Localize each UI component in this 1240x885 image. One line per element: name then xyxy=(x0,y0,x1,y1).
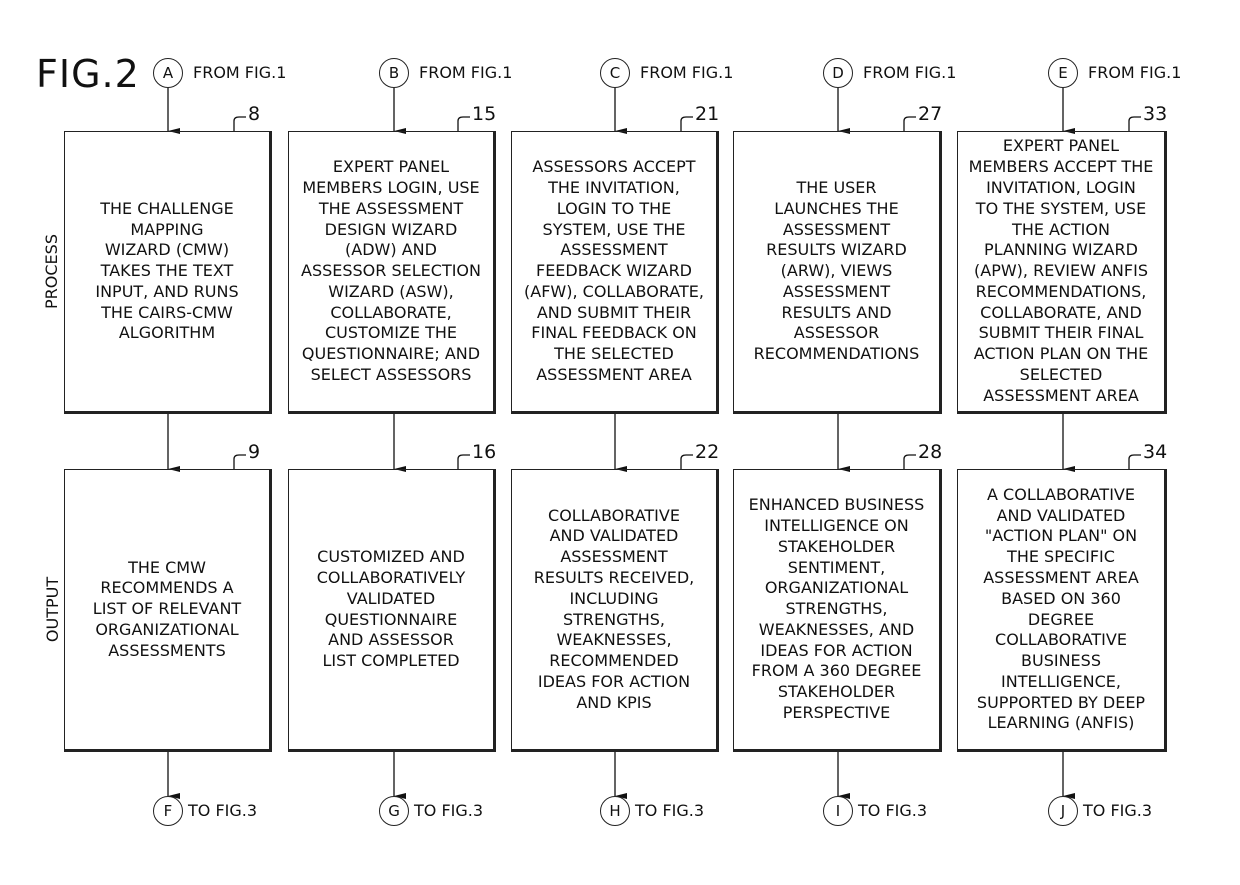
process-box: EXPERT PANEL MEMBERS ACCEPT THE INVITATI… xyxy=(957,131,1167,414)
process-box: THE USER LAUNCHES THE ASSESSMENT RESULTS… xyxy=(733,131,942,414)
output-box: CUSTOMIZED AND COLLABORATIVELY VALIDATED… xyxy=(288,469,496,752)
output-box-text: CUSTOMIZED AND COLLABORATIVELY VALIDATED… xyxy=(316,547,466,671)
off-page-connector-in: B xyxy=(379,58,409,88)
process-box-text: ASSESSORS ACCEPT THE INVITATION, LOGIN T… xyxy=(524,157,704,385)
process-box-text: THE CHALLENGE MAPPING WIZARD (CMW) TAKES… xyxy=(95,198,239,343)
output-box: A COLLABORATIVE AND VALIDATED "ACTION PL… xyxy=(957,469,1167,752)
process-ref-leader xyxy=(903,116,916,131)
connector-out-label: TO FIG.3 xyxy=(1083,801,1153,820)
row-label-output: OUTPUT xyxy=(43,576,63,643)
off-page-connector-out: G xyxy=(379,796,409,826)
off-page-connector-out: I xyxy=(823,796,853,826)
process-box: EXPERT PANEL MEMBERS LOGIN, USE THE ASSE… xyxy=(288,131,496,414)
off-page-connector-in: E xyxy=(1048,58,1078,88)
process-ref-leader xyxy=(680,116,693,131)
connector-out-label: TO FIG.3 xyxy=(635,801,705,820)
output-ref-number: 9 xyxy=(248,441,261,463)
output-ref-leader xyxy=(1128,454,1141,469)
output-box-text: THE CMW RECOMMENDS A LIST OF RELEVANT OR… xyxy=(92,557,242,660)
process-ref-leader xyxy=(457,116,470,131)
connector-in-label: FROM FIG.1 xyxy=(419,63,513,82)
figure-title: FIG.2 xyxy=(36,52,140,96)
output-ref-number: 22 xyxy=(695,441,720,463)
row-label-process: PROCESS xyxy=(41,234,61,309)
connector-in-label: FROM FIG.1 xyxy=(1088,63,1182,82)
process-ref-leader xyxy=(233,116,246,131)
output-ref-number: 16 xyxy=(472,441,497,463)
off-page-connector-out: J xyxy=(1048,796,1078,826)
output-ref-leader xyxy=(680,454,693,469)
process-ref-number: 21 xyxy=(695,103,720,125)
output-box: COLLABORATIVE AND VALIDATED ASSESSMENT R… xyxy=(511,469,719,752)
process-ref-number: 33 xyxy=(1143,103,1168,125)
connector-in-label: FROM FIG.1 xyxy=(863,63,957,82)
connector-out-label: TO FIG.3 xyxy=(188,801,258,820)
process-ref-number: 15 xyxy=(472,103,497,125)
output-box-text: A COLLABORATIVE AND VALIDATED "ACTION PL… xyxy=(976,484,1146,733)
process-box-text: THE USER LAUNCHES THE ASSESSMENT RESULTS… xyxy=(753,177,920,364)
output-box-text: COLLABORATIVE AND VALIDATED ASSESSMENT R… xyxy=(533,505,695,712)
connector-in-label: FROM FIG.1 xyxy=(640,63,734,82)
output-box-text: ENHANCED BUSINESS INTELLIGENCE ON STAKEH… xyxy=(748,495,925,723)
connector-in-label: FROM FIG.1 xyxy=(193,63,287,82)
off-page-connector-out: F xyxy=(153,796,183,826)
process-ref-number: 8 xyxy=(248,103,261,125)
process-box-text: EXPERT PANEL MEMBERS ACCEPT THE INVITATI… xyxy=(968,136,1154,405)
connector-out-label: TO FIG.3 xyxy=(414,801,484,820)
off-page-connector-out: H xyxy=(600,796,630,826)
output-ref-number: 34 xyxy=(1143,441,1168,463)
process-box: THE CHALLENGE MAPPING WIZARD (CMW) TAKES… xyxy=(64,131,272,414)
output-ref-leader xyxy=(457,454,470,469)
process-ref-leader xyxy=(1128,116,1141,131)
off-page-connector-in: A xyxy=(153,58,183,88)
connector-out-label: TO FIG.3 xyxy=(858,801,928,820)
off-page-connector-in: D xyxy=(823,58,853,88)
off-page-connector-in: C xyxy=(600,58,630,88)
output-box: ENHANCED BUSINESS INTELLIGENCE ON STAKEH… xyxy=(733,469,942,752)
output-ref-number: 28 xyxy=(918,441,943,463)
output-box: THE CMW RECOMMENDS A LIST OF RELEVANT OR… xyxy=(64,469,272,752)
output-ref-leader xyxy=(233,454,246,469)
output-ref-leader xyxy=(903,454,916,469)
process-box: ASSESSORS ACCEPT THE INVITATION, LOGIN T… xyxy=(511,131,719,414)
process-box-text: EXPERT PANEL MEMBERS LOGIN, USE THE ASSE… xyxy=(301,157,481,385)
process-ref-number: 27 xyxy=(918,103,943,125)
